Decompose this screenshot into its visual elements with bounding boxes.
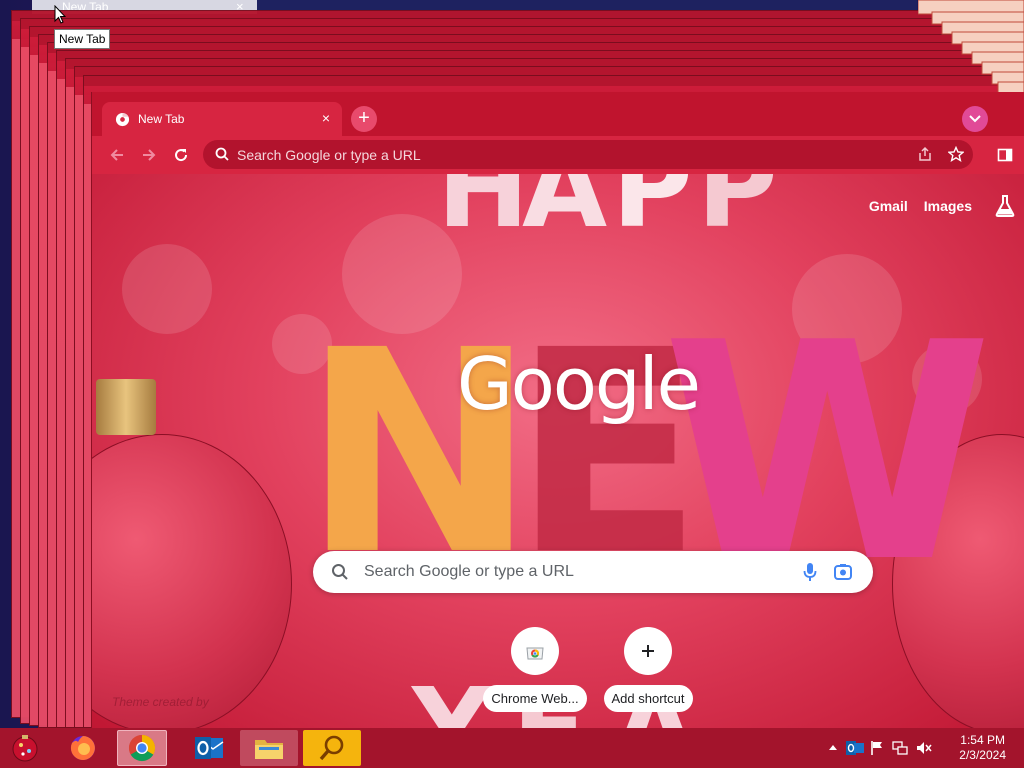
taskbar-firefox[interactable] xyxy=(54,730,112,766)
taskbar-file-explorer[interactable] xyxy=(240,730,298,766)
tab-tooltip: New Tab xyxy=(54,29,111,49)
search-icon xyxy=(215,147,229,161)
tab-new-tab[interactable]: New Tab × xyxy=(102,102,342,136)
theme-credit[interactable]: Theme created by xyxy=(112,695,209,709)
ntp-search-placeholder: Search Google or type a URL xyxy=(364,563,574,580)
file-explorer-icon xyxy=(255,740,283,759)
taskbar-outlook[interactable] xyxy=(180,730,238,766)
reload-icon xyxy=(175,149,188,162)
share-icon[interactable] xyxy=(917,146,933,162)
search-magnifier-icon xyxy=(319,735,344,761)
omnibox-placeholder: Search Google or type a URL xyxy=(237,147,421,163)
voice-search-mic-icon[interactable] xyxy=(803,562,817,582)
images-link[interactable]: Images xyxy=(924,198,972,214)
arrow-right-icon xyxy=(143,149,156,161)
browser-toolbar: Search Google or type a URL xyxy=(92,136,1024,174)
google-lens-camera-icon[interactable] xyxy=(833,562,853,582)
clock-time: 1:54 PM xyxy=(960,733,1005,747)
shortcut-label: Add shortcut xyxy=(603,685,693,712)
tab-close-icon[interactable]: × xyxy=(318,110,334,126)
taskbar: 1:54 PM 2/3/2024 xyxy=(0,728,1024,768)
action-center-flag-icon[interactable] xyxy=(870,740,884,756)
taskbar-clock[interactable]: 1:54 PM 2/3/2024 xyxy=(959,733,1006,763)
labs-flask-icon[interactable] xyxy=(994,194,1016,218)
theme-letter: P xyxy=(612,174,693,252)
new-tab-button[interactable]: + xyxy=(351,106,377,132)
plus-icon xyxy=(642,645,654,657)
search-icon xyxy=(332,564,348,580)
reload-button[interactable] xyxy=(168,142,194,168)
theme-letter: A xyxy=(522,174,608,252)
start-ornament-icon xyxy=(12,735,38,762)
chevron-down-icon xyxy=(969,115,981,123)
theme-ornament-cap xyxy=(96,379,156,435)
shortcut-tile[interactable] xyxy=(624,627,672,675)
arrow-left-icon xyxy=(110,149,123,161)
start-button[interactable] xyxy=(8,732,42,764)
omnibox[interactable]: Search Google or type a URL xyxy=(203,140,973,169)
ntp-header-links: Gmail Images xyxy=(869,198,972,214)
add-shortcut-button[interactable]: Add shortcut xyxy=(590,627,706,712)
mouse-cursor-icon xyxy=(54,5,66,24)
background-window-controls xyxy=(918,0,1024,95)
taskbar-chrome[interactable] xyxy=(117,730,167,766)
theme-ornament-left xyxy=(92,434,292,728)
system-tray: 1:54 PM 2/3/2024 xyxy=(824,728,1024,768)
desktop-fireworks-strip xyxy=(257,0,917,10)
back-button[interactable] xyxy=(104,142,130,168)
tab-search-button[interactable] xyxy=(962,106,988,132)
tab-strip: New Tab × + xyxy=(92,92,1024,136)
chrome-icon xyxy=(128,734,156,762)
side-panel-icon xyxy=(997,148,1013,162)
new-tab-page: H A P P N E W Y E A Gmail Images Google … xyxy=(92,174,1024,728)
clock-date: 2/3/2024 xyxy=(959,748,1006,762)
theme-bokeh xyxy=(122,244,212,334)
gmail-link[interactable]: Gmail xyxy=(869,198,908,214)
shortcut-chrome-web-store[interactable]: Chrome Web... xyxy=(477,627,593,712)
volume-muted-icon[interactable] xyxy=(916,740,932,756)
firefox-icon xyxy=(70,736,95,760)
google-logo: Google xyxy=(457,342,701,426)
chrome-window: New Tab × + Search Google or type a URL xyxy=(91,92,1024,728)
chrome-favicon-icon xyxy=(115,112,130,127)
forward-button[interactable] xyxy=(136,142,162,168)
network-icon[interactable] xyxy=(892,740,908,756)
outlook-icon xyxy=(195,737,224,759)
tab-title: New Tab xyxy=(138,112,185,126)
taskbar-search-app[interactable] xyxy=(303,730,361,766)
ntp-search-box[interactable]: Search Google or type a URL xyxy=(313,551,873,593)
shortcut-tile[interactable] xyxy=(511,627,559,675)
side-panel-button[interactable] xyxy=(994,144,1016,166)
chrome-web-store-icon xyxy=(526,647,544,660)
bookmark-star-icon[interactable] xyxy=(948,146,964,162)
theme-letter: H xyxy=(437,174,530,252)
show-hidden-icons-chevron-icon[interactable] xyxy=(828,740,838,754)
outlook-tray-icon[interactable] xyxy=(846,740,864,756)
shortcut-label: Chrome Web... xyxy=(483,685,587,712)
theme-letter: P xyxy=(697,174,778,252)
